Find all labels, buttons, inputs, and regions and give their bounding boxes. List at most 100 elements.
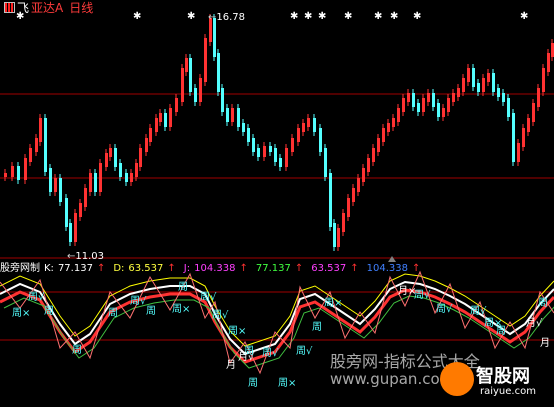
price-candle bbox=[217, 53, 220, 92]
signal-week-check: 周√ bbox=[414, 290, 431, 301]
price-candle bbox=[324, 148, 327, 177]
price-candle bbox=[457, 88, 460, 97]
price-candle bbox=[84, 188, 87, 207]
price-candle bbox=[367, 158, 370, 172]
price-candle bbox=[79, 203, 82, 217]
price-candle bbox=[477, 83, 480, 92]
price-candle bbox=[527, 118, 530, 132]
d-value: 63.537 ↑ bbox=[128, 263, 176, 274]
logo-text: 智股网 bbox=[476, 366, 530, 387]
k-value: 77.137 ↑ bbox=[57, 263, 106, 274]
price-candle bbox=[74, 213, 77, 242]
price-candle bbox=[54, 178, 57, 192]
price-candle bbox=[347, 198, 350, 217]
price-candle bbox=[247, 128, 250, 142]
high-price-label: ←16.78 bbox=[208, 12, 246, 23]
price-candle bbox=[352, 188, 355, 202]
price-candle bbox=[452, 93, 455, 102]
price-candle bbox=[125, 173, 128, 182]
price-candle bbox=[65, 198, 68, 227]
signal-week: 周 bbox=[146, 306, 156, 317]
signal-week-cross: 周× bbox=[12, 308, 31, 319]
signal-month: 月 bbox=[226, 360, 236, 371]
price-candle bbox=[532, 103, 535, 122]
price-candle bbox=[231, 108, 234, 122]
signal-week: 周 bbox=[108, 308, 118, 319]
price-candle bbox=[11, 166, 14, 177]
low-price-label: ←11.03 bbox=[67, 251, 105, 262]
price-candle bbox=[422, 98, 425, 112]
signal-week-check: 周√ bbox=[296, 346, 313, 357]
signal-week-check: 周√ bbox=[212, 310, 229, 321]
indicator-name[interactable]: 股旁网制 bbox=[0, 263, 40, 274]
k-label: K: bbox=[44, 263, 54, 274]
period-label[interactable]: 日线 bbox=[69, 1, 93, 15]
price-candle bbox=[417, 103, 420, 112]
price-candle bbox=[149, 128, 152, 142]
signal-month-check: 月√ bbox=[526, 318, 543, 329]
price-candle bbox=[17, 166, 20, 180]
price-candle bbox=[274, 148, 277, 162]
price-candle bbox=[169, 108, 172, 127]
price-candle bbox=[427, 93, 430, 102]
price-candle bbox=[89, 173, 92, 192]
price-candle bbox=[119, 163, 122, 177]
price-candle bbox=[432, 93, 435, 107]
price-candle bbox=[337, 228, 340, 247]
watermark-url: www.gupan.com bbox=[330, 370, 455, 388]
stock-icon bbox=[4, 2, 15, 13]
signal-week-check: 周√ bbox=[262, 348, 279, 359]
price-candle bbox=[333, 223, 336, 247]
price-candle bbox=[155, 118, 158, 132]
price-candle bbox=[4, 173, 7, 177]
price-candle bbox=[252, 138, 255, 152]
price-candle bbox=[189, 58, 192, 92]
signal-week-cross: 周× bbox=[324, 298, 343, 309]
j-value: 104.338 ↑ bbox=[194, 263, 248, 274]
price-candle bbox=[437, 103, 440, 117]
price-candle bbox=[319, 128, 322, 152]
signal-week: 周 bbox=[72, 345, 82, 356]
signal-week: 周 bbox=[44, 306, 54, 317]
price-candle bbox=[297, 128, 300, 142]
price-candle bbox=[482, 78, 485, 92]
price-candle bbox=[109, 148, 112, 157]
price-candle bbox=[145, 138, 148, 152]
price-candle bbox=[462, 78, 465, 92]
price-candle bbox=[313, 118, 316, 132]
price-candle bbox=[492, 73, 495, 92]
price-candle bbox=[175, 98, 178, 112]
price-candle bbox=[302, 123, 305, 132]
price-candle bbox=[472, 68, 475, 87]
price-candle bbox=[164, 113, 167, 127]
price-candle bbox=[226, 108, 229, 122]
price-candle bbox=[39, 118, 42, 142]
chart-canvas bbox=[0, 14, 554, 375]
signal-week-cross: 周× bbox=[228, 326, 247, 337]
price-candle bbox=[237, 108, 240, 127]
signal-week: 周 bbox=[248, 378, 258, 389]
signal-star-icon: ✱ bbox=[520, 11, 529, 22]
price-candle bbox=[387, 123, 390, 132]
price-candle bbox=[542, 68, 545, 92]
signal-star-icon: ✱ bbox=[344, 11, 353, 22]
price-candle bbox=[135, 163, 138, 177]
logo-subtext: raiyue.com bbox=[480, 386, 536, 397]
price-candle bbox=[487, 73, 490, 82]
stock-name[interactable]: 亚达A bbox=[31, 1, 63, 15]
price-candle bbox=[392, 118, 395, 127]
price-candle bbox=[372, 148, 375, 162]
price-candle bbox=[263, 146, 266, 157]
price-candle bbox=[377, 138, 380, 152]
price-candle bbox=[213, 18, 216, 57]
indicator-bar: 股旁网制 K: 77.137 ↑ D: 63.537 ↑ J: 104.338 ↑ 77.137 ↑ 6… bbox=[0, 262, 554, 275]
price-candle bbox=[502, 93, 505, 102]
price-candle bbox=[130, 173, 133, 182]
price-candle bbox=[522, 128, 525, 147]
signal-week-check: 周√ bbox=[130, 296, 147, 307]
price-candle bbox=[412, 93, 415, 107]
price-candle bbox=[362, 168, 365, 182]
chart-window: 飞亚达A 日线 ←16.78 ←11.03 股旁网制 K: 77.137 ↑ D: 63.5… bbox=[0, 0, 554, 407]
price-candle bbox=[105, 153, 108, 167]
signal-star-icon: ✱ bbox=[187, 11, 196, 22]
